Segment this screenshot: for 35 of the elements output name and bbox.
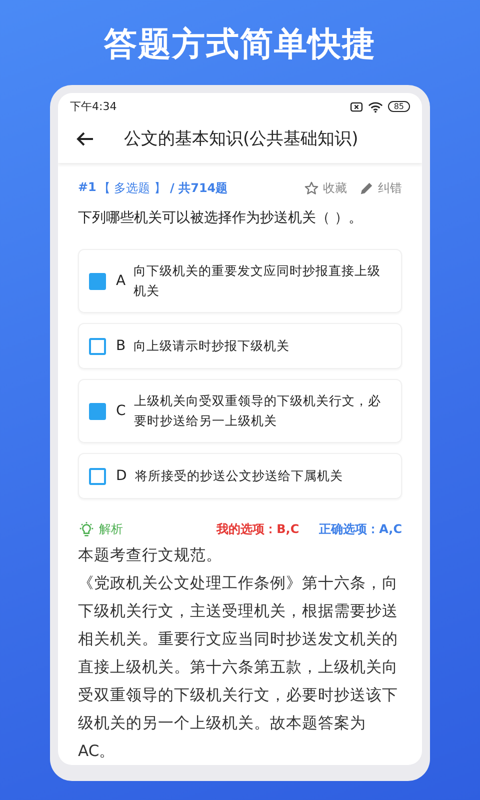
checkbox[interactable] (89, 338, 106, 354)
option-letter: D (116, 468, 127, 484)
option-card[interactable]: B 向上级请示时抄报下级机关 (78, 323, 402, 369)
option-text: 上级机关向受双重领导的下级机关行文，必要时抄送给另一上级机关 (134, 392, 382, 430)
my-answer: 我的选项：B,C (216, 520, 300, 538)
question-type: 【 多选题 】 (98, 180, 166, 196)
question-number: #1 (78, 180, 96, 196)
checkbox[interactable] (89, 272, 106, 290)
question-total: / 共714题 (170, 180, 228, 196)
battery-level: 85 (388, 101, 410, 112)
favorite-link[interactable]: 收藏 (323, 180, 347, 196)
headline: 答题方式简单快捷 (104, 23, 376, 65)
explanation-text: 本题考查行文规范。 (78, 545, 223, 566)
status-time: 下午4:34 (70, 99, 117, 114)
option-letter: A (116, 273, 126, 289)
option-text: 将所接受的抄送公文抄送给下属机关 (134, 467, 343, 485)
option-text: 向下级机关的重要发文应同时抄报直接上级机关 (134, 262, 382, 300)
report-link[interactable]: 纠错 (378, 180, 402, 196)
wifi-icon (368, 100, 383, 113)
lightbulb-icon (78, 520, 95, 538)
star-icon (304, 180, 319, 196)
checkbox[interactable] (89, 468, 106, 484)
page-title: 公文的基本知识(公共基础知识) (124, 128, 358, 150)
checkbox[interactable] (89, 402, 106, 420)
pencil-icon (359, 180, 374, 196)
correct-answer: 正确选项：A,C (319, 520, 402, 538)
option-card[interactable]: D 将所接受的抄送公文抄送给下属机关 (78, 453, 402, 499)
question-text: 下列哪些机关可以被选择作为抄送机关（ ）。 (78, 209, 364, 227)
option-letter: C (116, 403, 126, 419)
explanation-text: 《党政机关公文处理工作条例》第十六条，向下级机关行文，主送受理机关，根据需要抄送相关机关。重要行文应当同时抄送发文机关的直接上级机关。第十六条第五款，上级机关向受双重领导的下级机关行文，必要时抄送该下级机关的另一个上级机关。故本题答案为AC。 (78, 573, 399, 762)
option-text: 向上级请示时抄报下级机关 (134, 337, 290, 355)
option-letter: B (116, 338, 126, 354)
back-icon[interactable] (76, 130, 94, 147)
analysis-label: 解析 (99, 520, 124, 538)
sim-icon (350, 102, 363, 112)
